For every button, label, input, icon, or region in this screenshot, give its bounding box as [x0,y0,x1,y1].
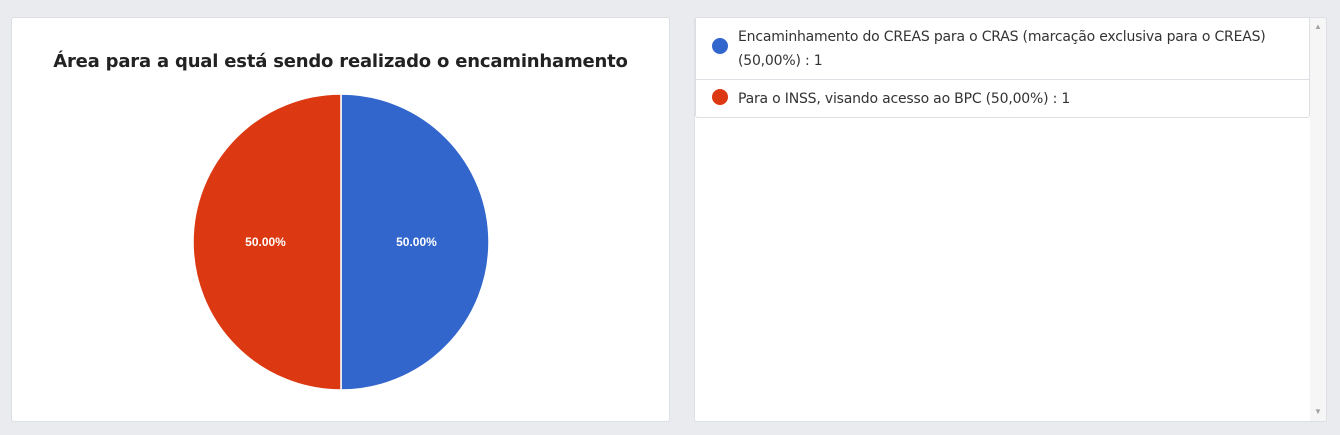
legend-item-label: Para o INSS, visando acesso ao BPC (50,0… [738,91,1071,107]
legend-list: Encaminhamento do CREAS para o CRAS (mar… [695,18,1310,118]
scroll-up-arrow-icon[interactable]: ▲ [1310,21,1326,33]
legend-dot-icon [712,89,728,105]
legend-item[interactable]: Encaminhamento do CREAS para o CRAS (mar… [696,18,1309,79]
legend-item[interactable]: Para o INSS, visando acesso ao BPC (50,0… [696,79,1309,117]
legend-panel[interactable]: Encaminhamento do CREAS para o CRAS (mar… [694,17,1327,422]
pie-slice-label: 50.00% [245,235,286,249]
pie-slice-label: 50.00% [396,235,437,249]
legend-dot-icon [712,38,728,54]
legend-item-label: Encaminhamento do CREAS para o CRAS (mar… [738,29,1266,69]
chart-card: Área para a qual está sendo realizado o … [11,17,670,422]
pie-chart: 50.00% 50.00% [192,93,490,391]
scroll-down-arrow-icon[interactable]: ▼ [1310,406,1326,418]
vertical-scrollbar[interactable]: ▲ ▼ [1310,18,1326,421]
